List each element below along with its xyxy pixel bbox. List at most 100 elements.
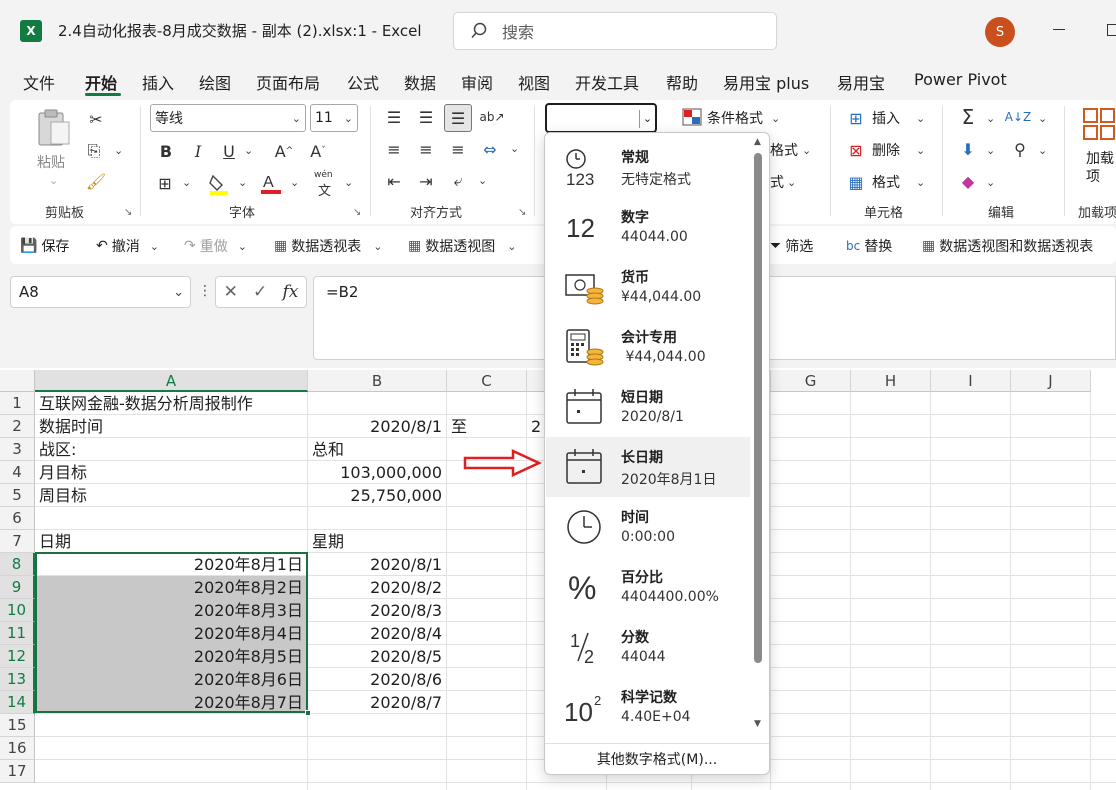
- paste-dropdown-icon[interactable]: ⌄: [49, 174, 58, 187]
- font-launcher-icon[interactable]: ↘: [353, 207, 361, 218]
- row-header-17[interactable]: 17: [0, 760, 35, 783]
- tab-page-layout[interactable]: 页面布局: [256, 70, 320, 94]
- tab-file[interactable]: 文件: [23, 70, 55, 94]
- sort-filter-icon[interactable]: A↓Z: [1005, 106, 1031, 128]
- column-header-c[interactable]: C: [447, 370, 527, 392]
- number-format-option[interactable]: 货币 ¥44,044.00: [546, 257, 750, 317]
- underline-icon[interactable]: U: [219, 140, 239, 162]
- maximize-icon[interactable]: [1107, 24, 1116, 36]
- chevron-down-icon[interactable]: ⌄: [771, 112, 780, 125]
- increase-font-icon[interactable]: A ^: [272, 140, 296, 162]
- merge-center-icon[interactable]: ⇔: [478, 138, 502, 160]
- cell-a11[interactable]: 2020年8月4日: [35, 622, 303, 645]
- paste-icon[interactable]: [36, 108, 74, 152]
- cell-b13[interactable]: 2020/8/6: [308, 668, 442, 691]
- row-header-7[interactable]: 7: [0, 530, 35, 553]
- copy-dropdown-icon[interactable]: ⌄: [114, 144, 123, 157]
- autosum-icon[interactable]: Σ: [958, 105, 978, 129]
- tab-data[interactable]: 数据: [404, 70, 436, 94]
- fill-color-dropdown-icon[interactable]: ⌄: [238, 176, 247, 189]
- cell-b2[interactable]: 2020/8/1: [308, 415, 442, 438]
- column-header-b[interactable]: B: [308, 370, 447, 392]
- align-top-icon[interactable]: ☰: [382, 106, 406, 128]
- cell-a12[interactable]: 2020年8月5日: [35, 645, 303, 668]
- number-format-option[interactable]: 123 常规 无特定格式: [546, 137, 750, 197]
- borders-dropdown-icon[interactable]: ⌄: [182, 176, 191, 189]
- chevron-down-icon[interactable]: ⌄: [916, 112, 925, 125]
- decrease-font-icon[interactable]: Aˇ: [306, 140, 330, 162]
- tab-view[interactable]: 视图: [518, 70, 550, 94]
- cell-b11[interactable]: 2020/8/4: [308, 622, 442, 645]
- number-format-option[interactable]: 10 2 科学记数 4.40E+04: [546, 677, 750, 737]
- tab-draw[interactable]: 绘图: [199, 70, 231, 94]
- chevron-down-icon[interactable]: ⌄: [986, 176, 995, 189]
- underline-dropdown-icon[interactable]: ⌄: [244, 144, 253, 157]
- cell-a4[interactable]: 月目标: [39, 461, 87, 484]
- cell-a9[interactable]: 2020年8月2日: [35, 576, 303, 599]
- phonetic-dropdown-icon[interactable]: ⌄: [344, 176, 353, 189]
- column-header-h[interactable]: H: [851, 370, 931, 392]
- row-header-2[interactable]: 2: [0, 415, 35, 438]
- format-cells-button[interactable]: 格式: [872, 172, 900, 192]
- row-header-12[interactable]: 12: [0, 645, 35, 668]
- number-format-option[interactable]: % 百分比 4404400.00%: [546, 557, 750, 617]
- cell-a10[interactable]: 2020年8月3日: [35, 599, 303, 622]
- font-color-dropdown-icon[interactable]: ⌄: [290, 176, 299, 189]
- font-color-icon[interactable]: A: [259, 170, 283, 196]
- align-bottom-icon[interactable]: ☰: [444, 104, 472, 132]
- conditional-format-icon[interactable]: [682, 108, 702, 126]
- merge-dropdown-icon[interactable]: ⌄: [510, 142, 519, 155]
- save-button[interactable]: 💾 保存: [20, 236, 69, 256]
- pivot-table-button[interactable]: ▦ 数据透视表 ⌄: [274, 236, 382, 256]
- chevron-down-icon[interactable]: ⌄: [787, 176, 796, 189]
- phonetic-icon[interactable]: wén: [314, 170, 333, 180]
- row-header-6[interactable]: 6: [0, 507, 35, 530]
- user-avatar[interactable]: S: [985, 17, 1015, 47]
- paste-button[interactable]: 粘贴: [37, 152, 65, 172]
- cell-a5[interactable]: 周目标: [39, 484, 87, 507]
- cell-a13[interactable]: 2020年8月6日: [35, 668, 303, 691]
- cancel-icon[interactable]: ✕: [224, 282, 238, 302]
- addins-icon[interactable]: [1083, 108, 1116, 142]
- clipboard-launcher-icon[interactable]: ↘: [124, 207, 132, 218]
- alignment-launcher-icon[interactable]: ↘: [518, 207, 526, 218]
- fill-color-icon[interactable]: [207, 172, 231, 196]
- insert-cells-icon[interactable]: ⊞: [846, 108, 866, 128]
- more-icon[interactable]: ⋮: [198, 283, 212, 299]
- chevron-down-icon[interactable]: ⌄: [1038, 112, 1047, 125]
- scroll-up-icon[interactable]: ▲: [754, 137, 761, 147]
- format-cells-icon[interactable]: ▦: [846, 172, 866, 192]
- cell-b14[interactable]: 2020/8/7: [308, 691, 442, 714]
- enter-icon[interactable]: ✓: [253, 282, 267, 302]
- row-header-14[interactable]: 14: [0, 691, 35, 714]
- table-format-button[interactable]: 格式: [770, 140, 798, 160]
- row-header-13[interactable]: 13: [0, 668, 35, 691]
- row-header-16[interactable]: 16: [0, 737, 35, 760]
- cell-c2[interactable]: 至: [451, 415, 467, 438]
- more-number-formats-button[interactable]: 其他数字格式(M)...: [545, 743, 769, 775]
- column-header-g[interactable]: G: [771, 370, 851, 392]
- number-format-option[interactable]: 短日期 2020/8/1: [546, 377, 750, 437]
- column-header-a[interactable]: A: [35, 370, 308, 392]
- delete-cells-button[interactable]: 删除: [872, 140, 900, 160]
- wrap-text-icon[interactable]: ⤶: [446, 170, 470, 192]
- cell-styles-button[interactable]: 式: [770, 172, 784, 192]
- align-left-icon[interactable]: ≡: [382, 138, 406, 160]
- clear-icon[interactable]: ◆: [958, 170, 978, 192]
- format-painter-icon[interactable]: 🖌: [86, 170, 106, 192]
- tab-yiyongbao[interactable]: 易用宝: [837, 70, 885, 94]
- font-name-combo[interactable]: 等线 ⌄: [150, 104, 306, 132]
- conditional-format-button[interactable]: 条件格式: [707, 108, 763, 128]
- select-all-corner[interactable]: [0, 370, 35, 392]
- align-right-icon[interactable]: ≡: [446, 138, 470, 160]
- cell-d2[interactable]: 2: [531, 415, 541, 438]
- row-header-8[interactable]: 8: [0, 553, 35, 576]
- cell-b9[interactable]: 2020/8/2: [308, 576, 442, 599]
- italic-icon[interactable]: I: [188, 140, 208, 162]
- increase-indent-icon[interactable]: ⇥: [414, 170, 438, 192]
- insert-cells-button[interactable]: 插入: [872, 108, 900, 128]
- fill-icon[interactable]: ⬇: [958, 138, 978, 160]
- cell-a14[interactable]: 2020年8月7日: [35, 691, 303, 714]
- number-format-dropdown-icon[interactable]: ⌄: [639, 110, 655, 128]
- search-box[interactable]: 搜索: [453, 12, 777, 50]
